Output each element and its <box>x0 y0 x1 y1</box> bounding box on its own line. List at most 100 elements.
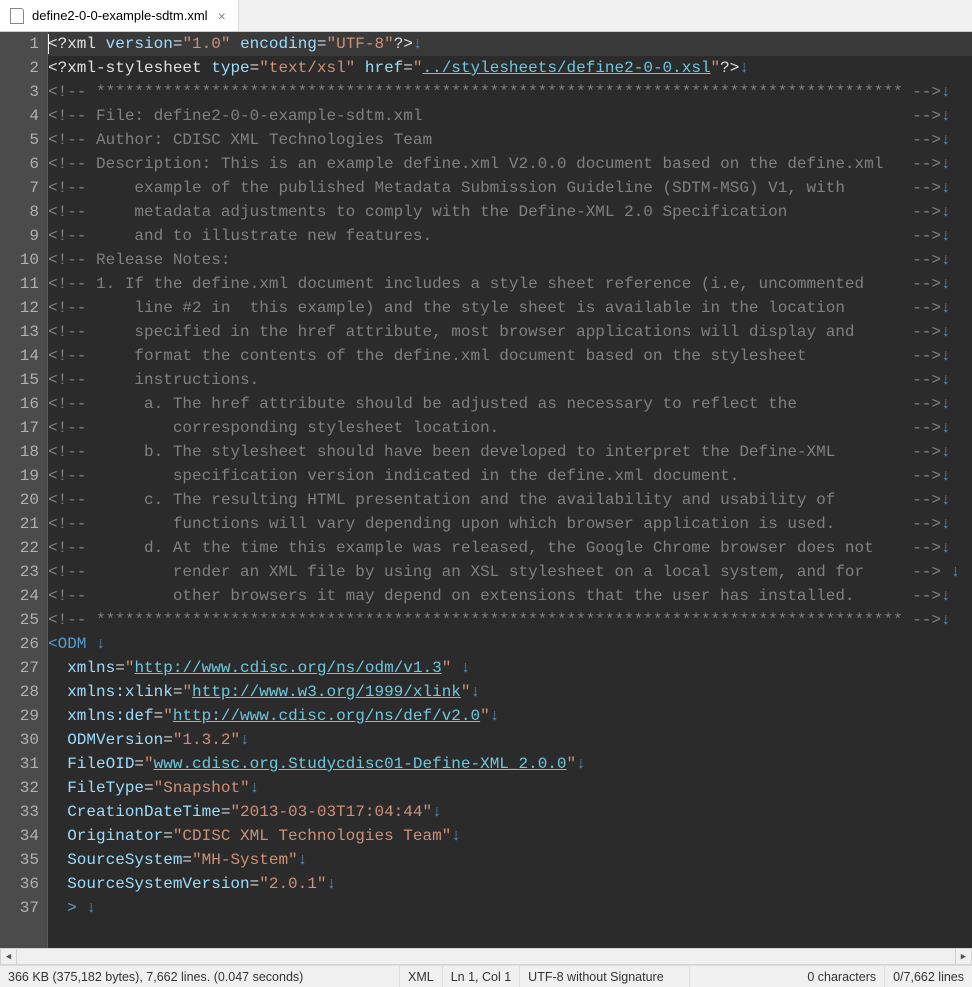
code-line[interactable]: <!-- ***********************************… <box>48 80 972 104</box>
newline-glyph-icon: ↓ <box>941 443 951 461</box>
code-line[interactable]: <!-- line #2 in this example) and the st… <box>48 296 972 320</box>
code-line[interactable]: > ↓ <box>48 896 972 920</box>
newline-glyph-icon: ↓ <box>941 539 951 557</box>
scroll-track[interactable] <box>17 948 955 965</box>
code-line[interactable]: <!-- Author: CDISC XML Technologies Team… <box>48 128 972 152</box>
newline-glyph-icon: ↓ <box>941 323 951 341</box>
scroll-left-icon[interactable]: ◀ <box>0 948 17 965</box>
line-number: 37 <box>4 896 39 920</box>
code-line[interactable]: <!-- render an XML file by using an XSL … <box>48 560 972 584</box>
code-line[interactable]: <ODM ↓ <box>48 632 972 656</box>
code-line[interactable]: <!-- specified in the href attribute, mo… <box>48 320 972 344</box>
code-line[interactable]: xmlns="http://www.cdisc.org/ns/odm/v1.3"… <box>48 656 972 680</box>
code-line[interactable]: <!-- File: define2-0-0-example-sdtm.xml … <box>48 104 972 128</box>
newline-glyph-icon: ↓ <box>941 83 951 101</box>
newline-glyph-icon: ↓ <box>490 707 500 725</box>
newline-glyph-icon: ↓ <box>326 875 336 893</box>
code-line[interactable]: xmlns:xlink="http://www.w3.org/1999/xlin… <box>48 680 972 704</box>
code-line[interactable]: <!-- b. The stylesheet should have been … <box>48 440 972 464</box>
tab-bar: define2-0-0-example-sdtm.xml × <box>0 0 972 32</box>
line-number: 19 <box>4 464 39 488</box>
tab-file[interactable]: define2-0-0-example-sdtm.xml × <box>0 0 239 31</box>
line-number: 32 <box>4 776 39 800</box>
line-number: 12 <box>4 296 39 320</box>
newline-glyph-icon: ↓ <box>941 203 951 221</box>
line-number: 13 <box>4 320 39 344</box>
status-bar: 366 KB (375,182 bytes), 7,662 lines. (0.… <box>0 965 972 987</box>
line-number-gutter: 1234567891011121314151617181920212223242… <box>0 32 48 948</box>
newline-glyph-icon: ↓ <box>941 251 951 269</box>
line-number: 14 <box>4 344 39 368</box>
code-line[interactable]: xmlns:def="http://www.cdisc.org/ns/def/v… <box>48 704 972 728</box>
code-line[interactable]: <?xml version="1.0" encoding="UTF-8"?>↓ <box>48 32 972 56</box>
code-line[interactable]: <!-- and to illustrate new features. -->… <box>48 224 972 248</box>
line-number: 18 <box>4 440 39 464</box>
code-line[interactable]: FileOID="www.cdisc.org.Studycdisc01-Defi… <box>48 752 972 776</box>
newline-glyph-icon: ↓ <box>941 179 951 197</box>
close-icon[interactable]: × <box>216 8 228 24</box>
newline-glyph-icon: ↓ <box>941 107 951 125</box>
newline-glyph-icon: ↓ <box>250 779 260 797</box>
code-line[interactable]: SourceSystemVersion="2.0.1"↓ <box>48 872 972 896</box>
status-selection-chars: 0 characters <box>799 966 885 987</box>
code-line[interactable]: <!-- corresponding stylesheet location. … <box>48 416 972 440</box>
line-number: 9 <box>4 224 39 248</box>
code-line[interactable]: <!-- d. At the time this example was rel… <box>48 536 972 560</box>
code-area[interactable]: <?xml version="1.0" encoding="UTF-8"?>↓<… <box>48 32 972 948</box>
horizontal-scrollbar[interactable]: ◀ ▶ <box>0 948 972 965</box>
newline-glyph-icon: ↓ <box>951 563 961 581</box>
line-number: 36 <box>4 872 39 896</box>
code-line[interactable]: <!-- metadata adjustments to comply with… <box>48 200 972 224</box>
line-number: 29 <box>4 704 39 728</box>
code-line[interactable]: <!-- format the contents of the define.x… <box>48 344 972 368</box>
file-icon <box>10 8 24 24</box>
code-line[interactable]: <!-- c. The resulting HTML presentation … <box>48 488 972 512</box>
newline-glyph-icon: ↓ <box>941 299 951 317</box>
code-line[interactable]: <!-- instructions. -->↓ <box>48 368 972 392</box>
code-line[interactable]: FileType="Snapshot"↓ <box>48 776 972 800</box>
line-number: 15 <box>4 368 39 392</box>
newline-glyph-icon: ↓ <box>941 155 951 173</box>
code-line[interactable]: <!-- Description: This is an example def… <box>48 152 972 176</box>
newline-glyph-icon: ↓ <box>413 35 423 53</box>
line-number: 2 <box>4 56 39 80</box>
code-line[interactable]: <!-- specification version indicated in … <box>48 464 972 488</box>
code-line[interactable]: <!-- a. The href attribute should be adj… <box>48 392 972 416</box>
line-number: 22 <box>4 536 39 560</box>
code-line[interactable]: Originator="CDISC XML Technologies Team"… <box>48 824 972 848</box>
newline-glyph-icon: ↓ <box>451 827 461 845</box>
status-cursor-position[interactable]: Ln 1, Col 1 <box>443 966 520 987</box>
line-number: 27 <box>4 656 39 680</box>
tab-filename: define2-0-0-example-sdtm.xml <box>32 8 208 23</box>
newline-glyph-icon: ↓ <box>461 659 471 677</box>
scroll-right-icon[interactable]: ▶ <box>955 948 972 965</box>
code-line[interactable]: <!-- example of the published Metadata S… <box>48 176 972 200</box>
editor[interactable]: 1234567891011121314151617181920212223242… <box>0 32 972 948</box>
code-line[interactable]: CreationDateTime="2013-03-03T17:04:44"↓ <box>48 800 972 824</box>
code-line[interactable]: <!-- Release Notes: -->↓ <box>48 248 972 272</box>
newline-glyph-icon: ↓ <box>941 467 951 485</box>
newline-glyph-icon: ↓ <box>941 371 951 389</box>
line-number: 28 <box>4 680 39 704</box>
code-line[interactable]: <!-- functions will vary depending upon … <box>48 512 972 536</box>
code-line[interactable]: <!-- 1. If the define.xml document inclu… <box>48 272 972 296</box>
newline-glyph-icon: ↓ <box>240 731 250 749</box>
line-number: 34 <box>4 824 39 848</box>
line-number: 16 <box>4 392 39 416</box>
newline-glyph-icon: ↓ <box>298 851 308 869</box>
code-line[interactable]: SourceSystem="MH-System"↓ <box>48 848 972 872</box>
line-number: 17 <box>4 416 39 440</box>
line-number: 7 <box>4 176 39 200</box>
code-line[interactable]: <?xml-stylesheet type="text/xsl" href=".… <box>48 56 972 80</box>
newline-glyph-icon: ↓ <box>941 515 951 533</box>
newline-glyph-icon: ↓ <box>941 131 951 149</box>
code-line[interactable]: <!-- other browsers it may depend on ext… <box>48 584 972 608</box>
line-number: 26 <box>4 632 39 656</box>
status-language[interactable]: XML <box>400 966 443 987</box>
newline-glyph-icon: ↓ <box>941 347 951 365</box>
code-line[interactable]: ODMVersion="1.3.2"↓ <box>48 728 972 752</box>
newline-glyph-icon: ↓ <box>941 227 951 245</box>
code-line[interactable]: <!-- ***********************************… <box>48 608 972 632</box>
status-encoding[interactable]: UTF-8 without Signature <box>520 966 690 987</box>
newline-glyph-icon: ↓ <box>471 683 481 701</box>
